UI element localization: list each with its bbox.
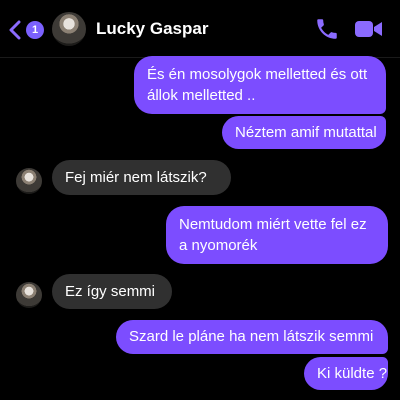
incoming-message[interactable]: Ez így semmi (52, 274, 172, 309)
outgoing-message[interactable]: Ki küldte ? (304, 357, 388, 390)
voice-call-button[interactable] (314, 16, 340, 42)
message-text: Ez így semmi (65, 283, 156, 300)
outgoing-message[interactable]: Szard le pláne ha nem látszik semmi (116, 320, 388, 354)
message-text: Fej miér nem látszik? (65, 169, 207, 186)
message-text-line: állok melletted .. (147, 87, 256, 104)
chevron-left-icon (9, 20, 21, 40)
chat-header: 1 Lucky Gaspar (0, 0, 400, 58)
outgoing-message[interactable]: És én mosolygok melletted és ott állok m… (134, 56, 386, 114)
video-camera-icon (355, 21, 382, 37)
message-text: Néztem amif mutattal (235, 124, 377, 141)
message-text: Ki küldte ? (317, 365, 388, 382)
phone-icon (317, 19, 337, 39)
message-text-line: a nyomorék (179, 237, 258, 254)
message-text-line: Nemtudom miért vette fel ez (179, 216, 367, 233)
sender-avatar[interactable] (16, 168, 42, 194)
sender-avatar[interactable] (16, 282, 42, 308)
message-text: Szard le pláne ha nem látszik semmi (129, 328, 374, 345)
incoming-message[interactable]: Fej miér nem látszik? (52, 160, 231, 195)
contact-name[interactable]: Lucky Gaspar (96, 19, 208, 39)
contact-avatar[interactable] (52, 12, 86, 46)
outgoing-message[interactable]: Nemtudom miért vette fel ez a nyomorék (166, 206, 388, 264)
outgoing-message[interactable]: Néztem amif mutattal (222, 116, 386, 149)
message-text-line: És én mosolygok melletted és ott (147, 66, 368, 83)
video-call-button[interactable] (354, 17, 384, 41)
unread-count-badge: 1 (26, 21, 44, 39)
back-button[interactable]: 1 (8, 18, 48, 42)
